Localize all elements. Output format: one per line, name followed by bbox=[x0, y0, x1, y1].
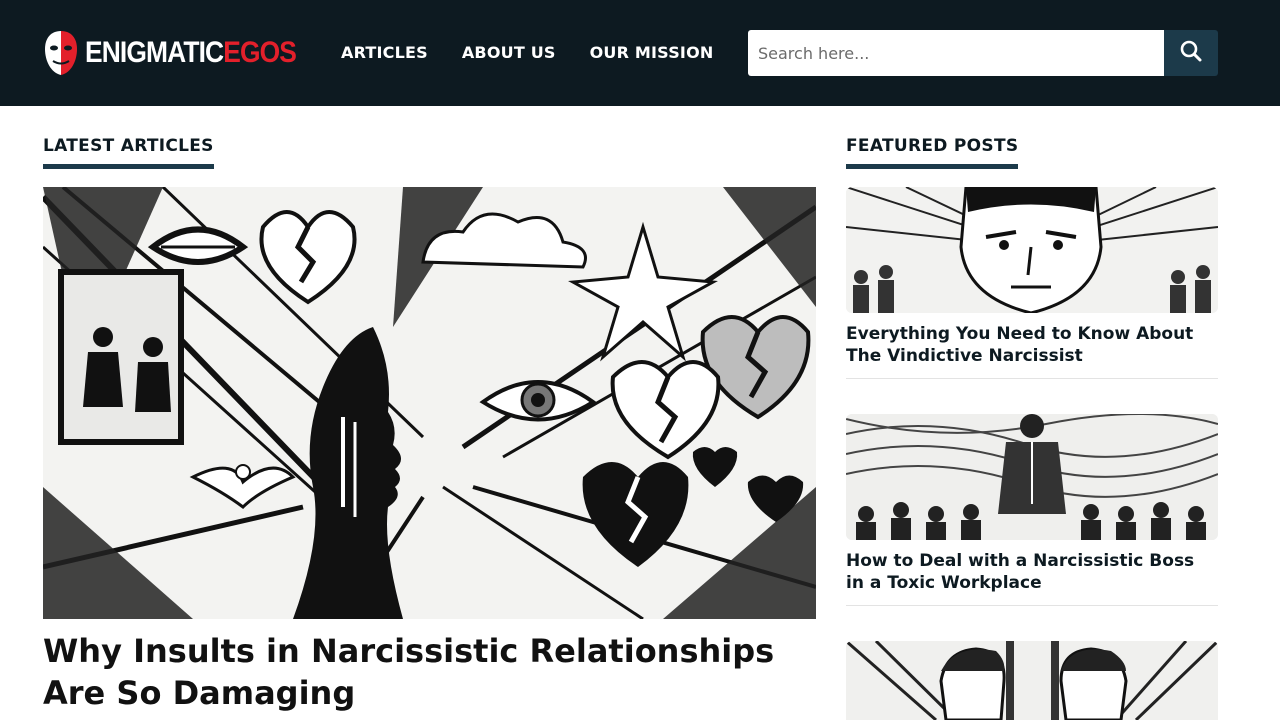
post-divider bbox=[846, 605, 1218, 606]
featured-posts-heading: FEATURED POSTS bbox=[846, 136, 1019, 169]
site-logo-text: ENIGMATICEGOS bbox=[85, 36, 297, 70]
search-bar bbox=[748, 30, 1218, 76]
featured-post[interactable] bbox=[846, 641, 1218, 720]
nav-our-mission[interactable]: OUR MISSION bbox=[590, 43, 714, 62]
mask-logo-icon bbox=[43, 29, 79, 77]
search-input[interactable] bbox=[748, 30, 1164, 76]
featured-post-image[interactable] bbox=[846, 641, 1218, 720]
search-button[interactable] bbox=[1164, 30, 1218, 76]
site-header: ENIGMATICEGOS ARTICLES ABOUT US OUR MISS… bbox=[0, 0, 1280, 106]
featured-post[interactable]: How to Deal with a Narcissistic Boss in … bbox=[846, 414, 1218, 606]
nav-about-us[interactable]: ABOUT US bbox=[462, 43, 556, 62]
featured-post-image[interactable] bbox=[846, 187, 1218, 313]
featured-post-image[interactable] bbox=[846, 414, 1218, 540]
latest-articles-heading: LATEST ARTICLES bbox=[43, 136, 214, 169]
latest-article-image[interactable] bbox=[43, 187, 816, 619]
post-divider bbox=[846, 378, 1218, 379]
latest-article-title[interactable]: Why Insults in Narcissistic Relationship… bbox=[43, 630, 823, 714]
logo-text-primary: ENIGMATIC bbox=[85, 36, 224, 69]
nav-articles[interactable]: ARTICLES bbox=[341, 43, 428, 62]
featured-post-title[interactable]: Everything You Need to Know About The Vi… bbox=[846, 323, 1218, 367]
logo-text-accent: EGOS bbox=[223, 36, 297, 69]
featured-post-title[interactable]: How to Deal with a Narcissistic Boss in … bbox=[846, 550, 1218, 594]
featured-post[interactable]: Everything You Need to Know About The Vi… bbox=[846, 187, 1218, 379]
site-logo[interactable]: ENIGMATICEGOS bbox=[43, 29, 325, 77]
main-nav: ARTICLES ABOUT US OUR MISSION bbox=[341, 43, 747, 62]
search-icon bbox=[1179, 39, 1203, 67]
